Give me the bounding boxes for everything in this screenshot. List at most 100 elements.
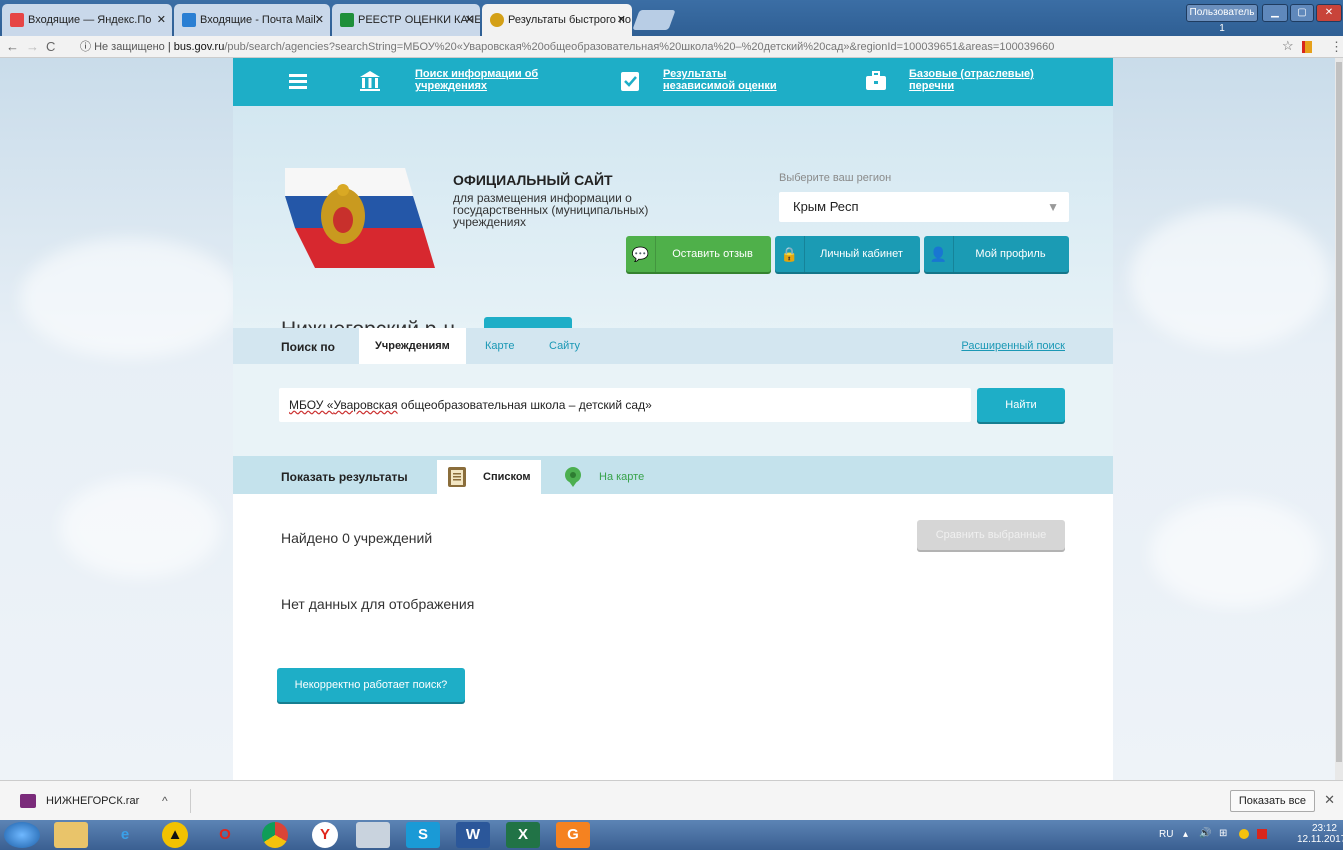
find-button[interactable]: Найти — [977, 388, 1065, 422]
excel-icon[interactable]: X — [506, 822, 540, 848]
search-problem-button[interactable]: Некорректно работает поиск? — [277, 668, 465, 702]
extension-icon[interactable] — [1302, 41, 1312, 53]
site-title: ОФИЦИАЛЬНЫЙ САЙТ — [453, 172, 613, 188]
tab-list-label: Списком — [483, 471, 531, 483]
minimize-button[interactable]: ▁ — [1262, 4, 1288, 22]
nav-base-lists[interactable]: Базовые (отраслевые) перечни — [909, 68, 1049, 92]
download-item[interactable]: НИЖНЕГОРСК.rar — [20, 791, 139, 811]
close-window-button[interactable]: ✕ — [1316, 4, 1342, 22]
site-container: Поиск информации об учреждениях Результа… — [233, 58, 1113, 780]
new-tab-button[interactable] — [632, 10, 676, 30]
region-value: Крым Респ — [793, 199, 859, 214]
page-viewport: Поиск информации об учреждениях Результа… — [0, 58, 1343, 780]
back-icon[interactable]: ← — [6, 39, 19, 54]
word-icon[interactable]: W — [456, 822, 490, 848]
volume-icon[interactable]: 🔊 — [1199, 828, 1211, 839]
institution-icon — [360, 71, 380, 91]
result-view-tabs: Показать результаты Списком На карте — [233, 456, 1113, 494]
chevron-up-icon[interactable]: ^ — [162, 794, 168, 808]
language-indicator[interactable]: RU — [1159, 829, 1173, 840]
tab-title: Входящие - Почта Mail. — [200, 14, 319, 26]
tab-title: РЕЕСТР ОЦЕНКИ КАЧЕС — [358, 14, 480, 26]
tray-expand-icon[interactable]: ▴ — [1183, 829, 1188, 840]
browser-tab-results[interactable]: Результаты быстрого по ✕ — [482, 4, 632, 36]
download-file-name: НИЖНЕГОРСК.rar — [46, 795, 140, 807]
search-input[interactable]: МБОУ «Уваровская общеобразовательная шко… — [279, 388, 971, 422]
found-count-text: Найдено 0 учреждений — [281, 530, 433, 546]
tab-map-label: На карте — [599, 471, 645, 483]
explorer-icon[interactable] — [54, 822, 88, 848]
menu-icon[interactable]: ⋮ — [1330, 39, 1343, 55]
date: 12.11.2017 — [1297, 834, 1343, 845]
url-host: bus.gov.ru — [173, 41, 225, 53]
clock[interactable]: 23:12 12.11.2017 — [1297, 823, 1343, 845]
briefcase-icon — [866, 71, 886, 90]
close-tab-icon[interactable]: ✕ — [617, 4, 626, 36]
flag-icon[interactable] — [1257, 829, 1267, 839]
personal-cabinet-button[interactable]: 🔒 Личный кабинет — [775, 236, 920, 272]
tab-site[interactable]: Сайту — [533, 328, 596, 364]
close-icon[interactable]: ✕ — [1324, 792, 1335, 808]
calculator-icon[interactable] — [356, 822, 390, 848]
tab-map-view[interactable]: На карте — [553, 460, 654, 494]
url-path: /pub/search/agencies?searchString=МБОУ%2… — [224, 41, 1055, 53]
nav-independent-evaluation[interactable]: Результаты независимой оценки — [663, 68, 793, 92]
region-label: Выберите ваш регион — [779, 172, 892, 184]
search-tabs: Поиск по Учреждениям Карте Сайту Расшире… — [233, 328, 1113, 364]
checklist-icon — [621, 72, 639, 91]
show-results-label: Показать результаты — [281, 470, 408, 484]
autocad-icon[interactable]: ▲ — [162, 822, 188, 848]
search-block: МБОУ «Уваровская общеобразовательная шко… — [233, 364, 1113, 456]
reload-icon[interactable]: C — [46, 39, 55, 54]
opera-icon[interactable]: O — [208, 822, 242, 848]
query-word: Уваровская — [333, 398, 398, 412]
feedback-button[interactable]: 💬 Оставить отзыв — [626, 236, 771, 272]
page-scrollbar[interactable] — [1335, 58, 1343, 780]
cloud-decoration — [20, 238, 240, 358]
close-tab-icon[interactable]: ✕ — [465, 4, 474, 36]
hamburger-menu-icon[interactable] — [289, 74, 307, 89]
nav-search-agencies[interactable]: Поиск информации об учреждениях — [415, 68, 545, 92]
chrome-icon[interactable] — [262, 822, 288, 848]
app-g-icon[interactable]: G — [556, 822, 590, 848]
browser-tab-reestr[interactable]: РЕЕСТР ОЦЕНКИ КАЧЕС ✕ — [332, 4, 480, 36]
browser-tab-mailru[interactable]: Входящие - Почта Mail. ✕ — [174, 4, 330, 36]
advanced-search-link[interactable]: Расширенный поиск — [961, 340, 1065, 352]
query-prefix: МБОУ « — [289, 398, 334, 412]
user-icon: 👤 — [924, 236, 954, 272]
user-badge[interactable]: Пользователь 1 — [1186, 4, 1258, 34]
list-document-icon — [448, 467, 466, 487]
tab-map[interactable]: Карте — [469, 328, 530, 364]
notification-icon[interactable] — [1239, 829, 1249, 839]
yandex-browser-icon[interactable]: Y — [312, 822, 338, 848]
show-all-downloads-button[interactable]: Показать все — [1229, 790, 1315, 812]
browser-tab-yandex-mail[interactable]: Входящие — Яндекс.По ✕ — [2, 4, 172, 36]
internet-explorer-icon[interactable]: e — [108, 822, 142, 848]
close-tab-icon[interactable]: ✕ — [315, 4, 324, 36]
url-field[interactable]: ⓘ Не защищено | bus.gov.ru/pub/search/ag… — [80, 38, 1260, 56]
tab-agencies[interactable]: Учреждениям — [359, 328, 466, 364]
scrollbar-thumb[interactable] — [1336, 62, 1342, 762]
network-icon[interactable]: ⊞ — [1219, 828, 1227, 839]
region-select[interactable]: Крым Респ ▼ — [779, 192, 1069, 222]
skype-icon[interactable]: S — [406, 822, 440, 848]
compare-selected-button[interactable]: Сравнить выбранные — [917, 520, 1065, 550]
russian-flag-emblem-logo[interactable] — [285, 168, 435, 268]
rar-archive-icon — [20, 794, 36, 809]
time: 23:12 — [1311, 823, 1337, 834]
map-pin-icon — [565, 467, 581, 487]
browser-tabbar: Входящие — Яндекс.По ✕ Входящие - Почта … — [0, 0, 1343, 36]
emblem-icon — [490, 13, 504, 27]
my-profile-button[interactable]: 👤 Мой профиль — [924, 236, 1069, 272]
maximize-button[interactable]: ▢ — [1290, 4, 1314, 22]
forward-icon[interactable]: → — [26, 39, 39, 54]
lock-icon: 🔒 — [775, 236, 805, 272]
feedback-button-label: Оставить отзыв — [672, 248, 753, 260]
cloud-decoration — [60, 478, 220, 578]
tab-list-view[interactable]: Списком — [437, 460, 541, 494]
no-data-text: Нет данных для отображения — [281, 596, 475, 612]
info-icon: ⓘ — [80, 41, 91, 53]
close-tab-icon[interactable]: ✕ — [157, 4, 166, 36]
bookmark-star-icon[interactable]: ☆ — [1282, 38, 1294, 54]
start-button[interactable] — [4, 822, 40, 848]
